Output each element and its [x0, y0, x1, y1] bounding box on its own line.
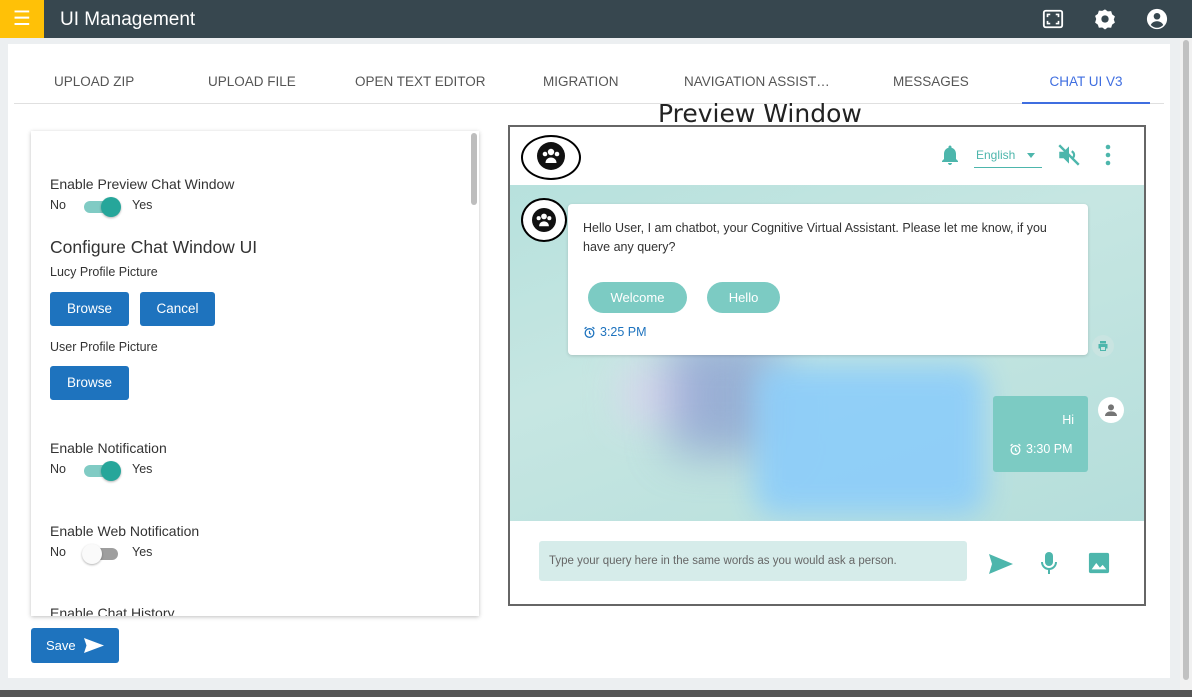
user-avatar: [1098, 397, 1124, 423]
chat-history-label: Enable Chat History: [50, 605, 175, 616]
tab-open-text-editor[interactable]: OPEN TEXT EDITOR: [355, 62, 486, 104]
page-scrollbar-thumb[interactable]: [1183, 40, 1189, 680]
background-blur: [755, 365, 985, 515]
query-input[interactable]: [539, 541, 967, 581]
lucy-cancel-button[interactable]: Cancel: [140, 292, 215, 326]
settings-scrollbar[interactable]: [471, 133, 477, 205]
tab-migration[interactable]: MIGRATION: [543, 62, 619, 104]
page-scrollbar[interactable]: [1180, 38, 1192, 690]
preview-chat-toggle[interactable]: [84, 197, 121, 217]
settings-panel: Enable Preview Chat Window No Yes Config…: [31, 131, 479, 616]
notification-toggle-label: Enable Notification: [50, 440, 167, 456]
toggle-yes-label: Yes: [132, 462, 153, 476]
notification-toggle[interactable]: [84, 461, 121, 481]
toggle-no-label: No: [50, 462, 66, 476]
user-message-time: 3:30 PM: [1009, 442, 1089, 458]
hello-chip[interactable]: Hello: [707, 282, 780, 313]
chevron-down-icon: [1027, 153, 1035, 158]
preview-toggle-label: Enable Preview Chat Window: [50, 176, 235, 192]
bot-avatar: [521, 135, 581, 180]
send-icon[interactable]: [988, 553, 1014, 575]
toggle-yes-label: Yes: [132, 545, 153, 559]
chat-body: Hello User, I am chatbot, your Cognitive…: [510, 185, 1144, 521]
toggle-yes-label: Yes: [132, 198, 153, 212]
tab-messages[interactable]: MESSAGES: [893, 62, 969, 104]
bot-message-text: Hello User, I am chatbot, your Cognitive…: [583, 221, 1047, 254]
tab-bar: UPLOAD ZIP UPLOAD FILE OPEN TEXT EDITOR …: [14, 62, 1164, 104]
web-notification-toggle[interactable]: [82, 544, 120, 564]
user-time-text: 3:30 PM: [1026, 442, 1073, 456]
image-icon[interactable]: [1088, 552, 1110, 574]
preview-window: English Hello User, I am chatbot, your C…: [508, 125, 1146, 606]
toggle-no-label: No: [50, 545, 66, 559]
tab-navigation-assist[interactable]: NAVIGATION ASSIST…: [684, 62, 830, 104]
users-icon: [542, 148, 560, 163]
user-message-text: Hi: [1062, 413, 1074, 427]
chat-header: English: [510, 127, 1144, 185]
menu-icon[interactable]: ☰: [0, 0, 44, 38]
preview-toggle-row: No Yes: [50, 195, 170, 217]
lucy-browse-button[interactable]: Browse: [50, 292, 129, 326]
lucy-profile-label: Lucy Profile Picture: [50, 265, 158, 279]
bot-message-avatar: [521, 198, 567, 242]
bot-time-text: 3:25 PM: [600, 325, 647, 339]
user-profile-label: User Profile Picture: [50, 340, 158, 354]
chat-footer: [510, 521, 1144, 604]
web-notification-toggle-row: No Yes: [50, 542, 170, 564]
users-icon: [536, 213, 552, 227]
toggle-knob: [101, 461, 121, 481]
web-notification-toggle-label: Enable Web Notification: [50, 523, 200, 539]
more-vert-icon[interactable]: [1098, 143, 1118, 167]
language-value: English: [976, 148, 1016, 162]
alarm-icon: [1010, 443, 1021, 456]
configure-heading: Configure Chat Window UI: [50, 237, 258, 257]
mute-icon[interactable]: [1056, 142, 1082, 168]
app-topbar: ☰ UI Management: [0, 0, 1192, 38]
mic-icon[interactable]: [1039, 551, 1059, 577]
toggle-knob: [101, 197, 121, 217]
save-button[interactable]: Save: [31, 628, 119, 663]
send-icon: [84, 638, 104, 653]
bottom-divider: [0, 690, 1192, 697]
fullscreen-icon[interactable]: [1042, 8, 1064, 30]
welcome-chip[interactable]: Welcome: [588, 282, 687, 313]
printer-glyph: [1098, 341, 1108, 351]
user-message-bubble: Hi 3:30 PM: [993, 396, 1088, 472]
app-title: UI Management: [60, 9, 196, 30]
person-icon: [1105, 404, 1117, 416]
account-circle-icon[interactable]: [1146, 8, 1168, 30]
alarm-icon: [584, 326, 595, 339]
bot-message-bubble: Hello User, I am chatbot, your Cognitive…: [568, 204, 1088, 355]
tab-chat-ui-v3[interactable]: CHAT UI V3: [1022, 62, 1150, 104]
save-label: Save: [46, 638, 76, 653]
tab-upload-file[interactable]: UPLOAD FILE: [208, 62, 296, 104]
settings-icon[interactable]: [1094, 8, 1116, 30]
toggle-knob: [82, 544, 102, 564]
toggle-no-label: No: [50, 198, 66, 212]
print-icon[interactable]: [1092, 335, 1114, 357]
tab-upload-zip[interactable]: UPLOAD ZIP: [54, 62, 134, 104]
user-browse-button[interactable]: Browse: [50, 366, 129, 400]
bot-message-time: 3:25 PM: [583, 325, 673, 341]
bell-icon[interactable]: [938, 143, 962, 167]
language-select[interactable]: English: [974, 146, 1042, 168]
preview-window-title: Preview Window: [658, 99, 862, 128]
notification-toggle-row: No Yes: [50, 459, 170, 481]
